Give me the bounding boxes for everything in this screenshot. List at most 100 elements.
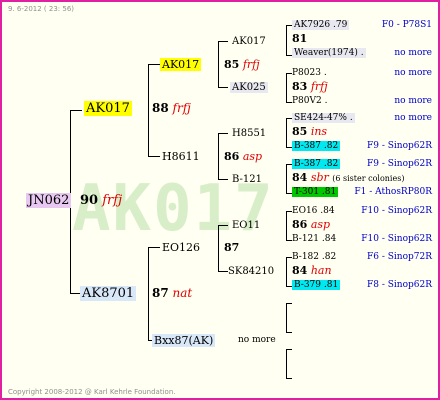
gen1-bottom-queen[interactable]: AK8701 <box>80 286 137 301</box>
detail-b-right3: no more <box>394 96 432 106</box>
gen2-d-queen[interactable]: Bxx87(AK) <box>152 334 216 347</box>
detail-f-number: 84 <box>292 264 308 277</box>
gen2-d-name: Bxx87(AK) <box>152 334 216 347</box>
detail-a-id3: Weaver(1974) . <box>292 48 366 58</box>
detail-d-line3[interactable]: T-301 .81 <box>292 186 339 198</box>
detail-d-line1[interactable]: B-387 .82 <box>292 158 341 170</box>
connector <box>218 225 219 271</box>
gen3-a1-queen[interactable]: AK017 <box>232 35 266 48</box>
gen1-top-number: 88 <box>152 101 169 115</box>
connector <box>286 378 292 379</box>
gen1-top-name: AK017 <box>84 101 132 116</box>
detail-d-id3: T-301 .81 <box>292 187 339 197</box>
gen2-c-queen[interactable]: EO126 <box>162 241 200 254</box>
gen1-top-race: frfj <box>172 101 191 115</box>
connector <box>286 118 287 147</box>
detail-a-number: 81 <box>292 32 308 45</box>
detail-e-right3: F10 - Sinop62R <box>361 234 432 244</box>
detail-a-right1: F0 - P78S1 <box>381 20 432 30</box>
root-race: frfj <box>102 193 123 208</box>
gen3-b1-queen[interactable]: H8551 <box>232 127 266 140</box>
detail-b-id1: P8023 . <box>292 68 327 78</box>
connector <box>286 303 287 332</box>
gen1-top-queen[interactable]: AK017 <box>84 101 132 116</box>
detail-e-race: asp <box>310 218 331 231</box>
detail-f-line3[interactable]: B-379 .81 <box>292 279 341 291</box>
detail-b-line1[interactable]: P8023 . <box>292 67 327 79</box>
gen3-c2-queen[interactable]: SK84210 <box>228 265 274 278</box>
detail-c-line3[interactable]: B-387 .82 <box>292 140 341 152</box>
gen2-c-name: EO126 <box>162 241 201 254</box>
pedigree-frame: AK017 9. 6-2012 ( 23: 56) JN062 90 frfj … <box>0 0 440 400</box>
detail-e-line2: 86 asp <box>292 219 330 231</box>
detail-b-id3: P80V2 . <box>292 96 328 106</box>
detail-a-right3: no more <box>394 48 432 58</box>
gen3-c1-queen[interactable]: EO11 <box>232 219 260 232</box>
detail-a-line2: 81 <box>292 33 307 45</box>
gen2-b-queen[interactable]: H8611 <box>162 150 200 163</box>
gen2-b-name: H8611 <box>162 150 200 163</box>
detail-a-line1[interactable]: AK7926 .79 <box>292 19 350 31</box>
gen2-b-info: 86 asp <box>224 150 262 163</box>
detail-f-race: han <box>310 264 332 277</box>
connector <box>286 73 287 102</box>
gen2-a-name: AK017 <box>160 58 202 71</box>
connector <box>218 225 228 226</box>
detail-d-race: sbr <box>310 171 329 184</box>
detail-d-number: 84 <box>292 171 308 184</box>
root-queen[interactable]: JN062 <box>26 193 72 208</box>
connector <box>218 41 228 42</box>
gen2-d-note: no more <box>238 334 276 347</box>
detail-d-right3: F1 - AthosRP80R <box>354 187 432 197</box>
detail-c-line1[interactable]: SE424-47% . <box>292 112 355 124</box>
connector <box>286 164 287 193</box>
connector <box>218 133 228 134</box>
connector <box>218 179 228 180</box>
detail-c-id3: B-387 .82 <box>292 141 341 151</box>
detail-e-line3[interactable]: B-121 .84 <box>292 233 336 245</box>
detail-c-id1: SE424-47% . <box>292 113 355 123</box>
detail-f-right1: F6 - Sinop72R <box>367 252 432 262</box>
connector <box>218 133 219 179</box>
detail-e-id3: B-121 .84 <box>292 234 337 244</box>
detail-d-right1: F9 - Sinop62R <box>367 159 432 169</box>
gen1-top-info: 88 frfj <box>152 102 191 115</box>
gen2-d-no-more: no more <box>238 335 276 345</box>
connector <box>286 257 287 286</box>
detail-e-id1: EO16 .84 <box>292 206 335 216</box>
timestamp: 9. 6-2012 ( 23: 56) <box>8 5 75 13</box>
detail-d-line2: 84 sbr (6 sister colonies) <box>292 172 404 185</box>
detail-a-id1: AK7926 .79 <box>292 20 350 30</box>
gen2-b-number: 86 <box>224 150 240 163</box>
detail-b-right1: no more <box>394 68 432 78</box>
detail-e-right1: F10 - Sinop62R <box>361 206 432 216</box>
connector <box>148 156 160 157</box>
detail-b-line2: 83 frfj <box>292 81 328 93</box>
detail-c-race: ins <box>310 125 328 138</box>
connector <box>286 303 292 304</box>
gen2-a-queen[interactable]: AK017 <box>160 58 202 71</box>
connector <box>218 271 228 272</box>
gen2-a-race: frfj <box>242 58 260 71</box>
root-number: 90 <box>80 193 99 208</box>
gen3-b2-queen[interactable]: B-121 <box>232 173 262 186</box>
detail-f-id1: B-182 .82 <box>292 252 337 262</box>
detail-f-line1[interactable]: B-182 .82 <box>292 251 336 263</box>
connector <box>286 349 287 378</box>
gen1-bottom-name: AK8701 <box>80 286 137 301</box>
detail-c-right3: F9 - Sinop62R <box>367 141 432 151</box>
detail-e-line1[interactable]: EO16 .84 <box>292 205 335 217</box>
gen2-b-race: asp <box>242 150 263 163</box>
gen3-a2-queen[interactable]: AK025 <box>230 81 268 94</box>
copyright: Copyright 2008-2012 @ Karl Kehrle Founda… <box>8 388 176 396</box>
connector <box>218 41 219 87</box>
gen2-a-info: 85 frfj <box>224 58 260 71</box>
detail-d-id1: B-387 .82 <box>292 159 341 169</box>
detail-a-line3[interactable]: Weaver(1974) . <box>292 47 366 59</box>
connector <box>286 349 292 350</box>
connector <box>70 110 82 111</box>
gen1-bottom-race: nat <box>172 286 193 300</box>
detail-f-line2: 84 han <box>292 265 332 277</box>
detail-b-line3[interactable]: P80V2 . <box>292 95 327 107</box>
detail-b-number: 83 <box>292 80 308 93</box>
